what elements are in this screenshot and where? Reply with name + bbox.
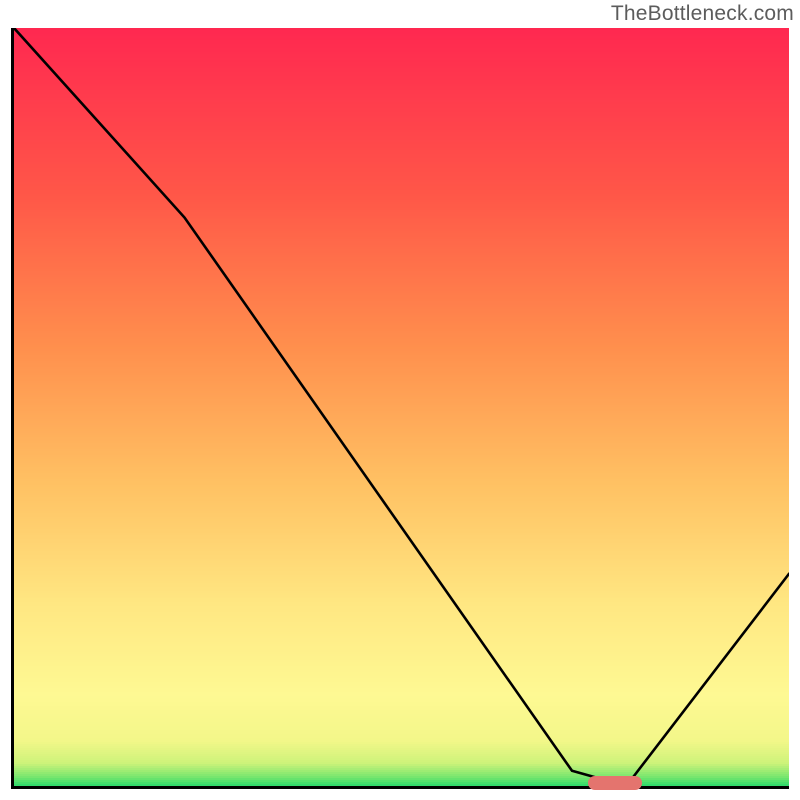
bottleneck-curve [14,28,789,786]
watermark-text: TheBottleneck.com [611,2,794,26]
optimal-marker [588,776,642,790]
chart-container: TheBottleneck.com [0,0,800,800]
